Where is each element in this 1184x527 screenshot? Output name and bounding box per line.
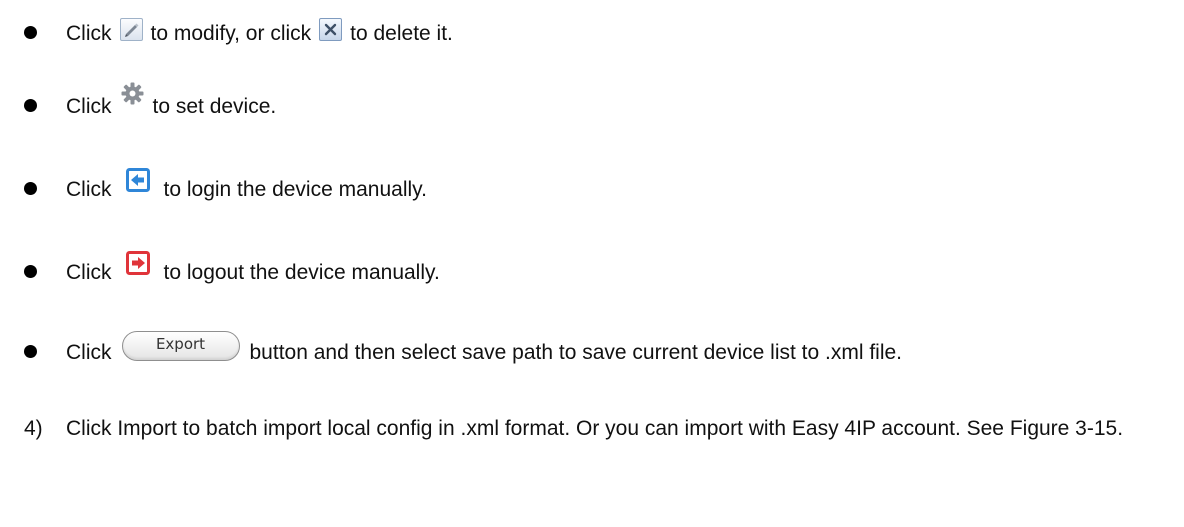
bullet-dot bbox=[24, 99, 37, 112]
instruction-text: to logout the device manually. bbox=[163, 261, 440, 284]
step-paragraph: 4) Click Import to batch import local co… bbox=[24, 414, 1164, 444]
instruction-text: to login the device manually. bbox=[163, 178, 427, 201]
instruction-set-device: Click to set device. bbox=[66, 82, 277, 121]
step-text: Click Import to batch import local confi… bbox=[66, 417, 1124, 440]
instruction-export: Click Export button and then select save… bbox=[66, 331, 903, 367]
instruction-text: button and then select save path to save… bbox=[249, 341, 903, 364]
instruction-text: Click bbox=[66, 95, 112, 118]
instruction-text: Click bbox=[66, 261, 112, 284]
edit-icon bbox=[119, 17, 143, 41]
gear-icon bbox=[120, 81, 145, 106]
instruction-modify-delete: Click to modify, or click to delete it. bbox=[66, 17, 453, 48]
instruction-text: Click bbox=[66, 22, 112, 45]
bullet-dot bbox=[24, 182, 37, 195]
login-icon bbox=[125, 168, 150, 192]
delete-icon bbox=[319, 17, 343, 41]
instruction-text: Click bbox=[66, 178, 112, 201]
logout-icon bbox=[125, 251, 150, 275]
step-number: 4) bbox=[24, 417, 43, 440]
instruction-login: Click to login the device manually. bbox=[66, 168, 427, 204]
instruction-text: to delete it. bbox=[350, 22, 453, 45]
bullet-dot bbox=[24, 26, 37, 39]
export-button[interactable]: Export bbox=[121, 331, 240, 361]
instruction-logout: Click to logout the device manually. bbox=[66, 251, 440, 287]
instruction-text: Click bbox=[66, 341, 112, 364]
instruction-text: to modify, or click bbox=[150, 22, 312, 45]
bullet-dot bbox=[24, 265, 37, 278]
instruction-text: to set device. bbox=[152, 95, 277, 118]
bullet-dot bbox=[24, 345, 37, 358]
